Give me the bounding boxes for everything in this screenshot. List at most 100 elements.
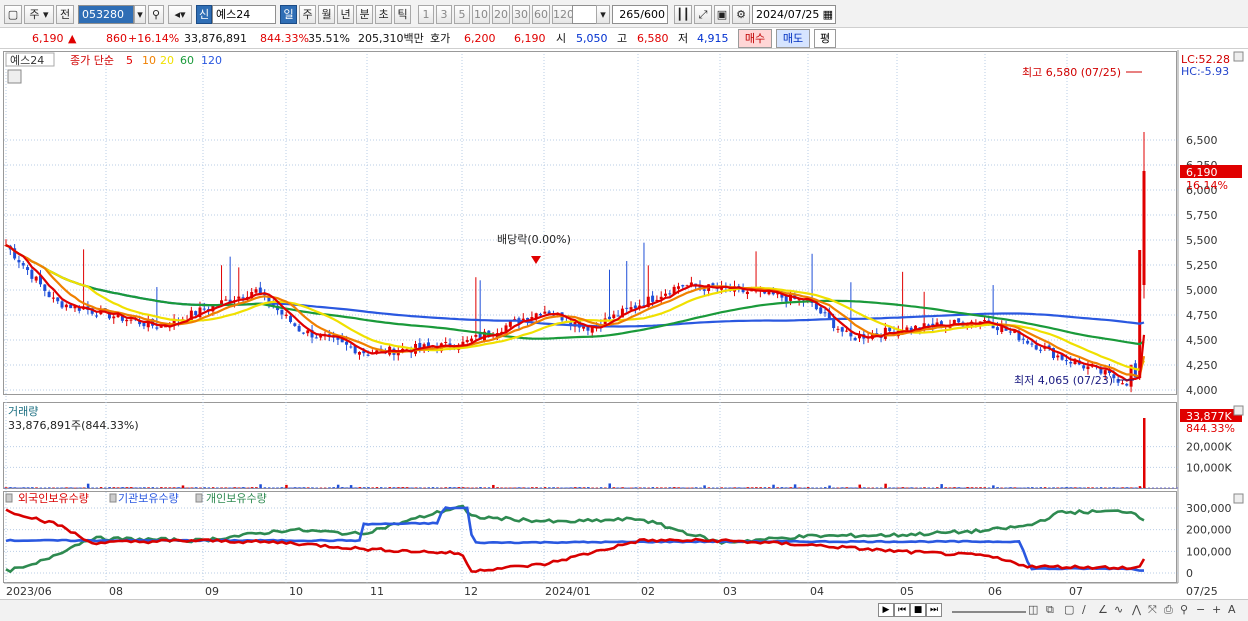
- volume-bar: [56, 487, 60, 489]
- period-button-2[interactable]: 월: [318, 5, 335, 24]
- candle-body: [366, 354, 370, 356]
- candle-body: [849, 332, 853, 337]
- date-field[interactable]: 2024/07/25 ▦: [752, 5, 836, 24]
- eval-button[interactable]: 평: [814, 29, 836, 48]
- volume-bar: [155, 487, 159, 489]
- settings-icon[interactable]: ⚙: [732, 5, 750, 24]
- zoom-slider[interactable]: [952, 603, 1026, 613]
- wave-icon[interactable]: ∿: [1114, 603, 1123, 617]
- volume-bar: [841, 487, 844, 488]
- stock-code-input[interactable]: 053280: [78, 5, 134, 24]
- volume-bar: [134, 487, 137, 488]
- volume-panel-close-icon: [1233, 405, 1244, 416]
- scroll-last-button[interactable]: ⏭: [926, 603, 942, 617]
- volume-bar: [160, 487, 163, 488]
- holdings-tick: 100,000: [1186, 545, 1232, 558]
- interval-button-60[interactable]: 60: [532, 5, 550, 24]
- volume-bar: [651, 487, 655, 488]
- split-view-icon[interactable]: ◫: [1028, 603, 1038, 617]
- volume-bar: [612, 487, 616, 488]
- period-button-0[interactable]: 일: [280, 5, 297, 24]
- volume-bar: [681, 487, 685, 488]
- up-arrow-icon: ▲: [68, 32, 77, 45]
- interval-button-20[interactable]: 20: [492, 5, 510, 24]
- volume-bar: [724, 487, 728, 489]
- volume-bar: [655, 487, 659, 488]
- volume-bar: [914, 487, 918, 489]
- interval-button-3[interactable]: 3: [436, 5, 452, 24]
- window-icon[interactable]: ▢: [4, 5, 22, 24]
- scroll-first-button[interactable]: ⏮: [894, 603, 910, 617]
- interval-button-5[interactable]: 5: [454, 5, 470, 24]
- volume-bar: [1005, 487, 1008, 489]
- trend-line-icon[interactable]: ∕: [1082, 603, 1086, 617]
- angle-icon[interactable]: ∠: [1098, 603, 1108, 617]
- x-tick-label: 05: [900, 585, 914, 598]
- volume-bar: [569, 487, 573, 488]
- volume-bar: [181, 485, 185, 488]
- candle-body: [314, 337, 318, 339]
- volume-bar: [949, 487, 952, 488]
- interval-button-1[interactable]: 1: [418, 5, 434, 24]
- plus-icon[interactable]: +: [1212, 603, 1221, 617]
- candle-body: [444, 341, 448, 343]
- volume-bar: [69, 487, 73, 488]
- sell-button[interactable]: 매도: [776, 29, 810, 48]
- period-button-5[interactable]: 초: [375, 5, 392, 24]
- period-button-6[interactable]: 틱: [394, 5, 411, 24]
- window-icon[interactable]: ▢: [1064, 603, 1074, 617]
- stop-button[interactable]: ■: [910, 603, 926, 617]
- period-button-3[interactable]: 년: [337, 5, 354, 24]
- volume-bar: [302, 487, 305, 488]
- volume-bar: [543, 487, 547, 488]
- buy-button[interactable]: 매수: [738, 29, 772, 48]
- volume-bar: [250, 487, 254, 488]
- candle-body: [1064, 360, 1068, 362]
- candle-body: [289, 316, 292, 322]
- save-icon[interactable]: ▣: [714, 5, 730, 24]
- volume-bar: [173, 487, 176, 488]
- copy-icon[interactable]: ⧉: [1046, 603, 1054, 617]
- holdings-tick: 200,000: [1186, 524, 1232, 537]
- chart-tool-icon[interactable]: ⤧: [1148, 603, 1157, 617]
- bar-count-field[interactable]: 265/600: [612, 5, 668, 24]
- draw-tool-icon[interactable]: ⤢: [694, 5, 712, 24]
- calendar-icon[interactable]: ▦: [823, 6, 833, 23]
- interval-button-120[interactable]: 120: [552, 5, 574, 24]
- interval-button-10[interactable]: 10: [472, 5, 490, 24]
- volume-bar: [824, 487, 827, 488]
- interval-button-30[interactable]: 30: [512, 5, 530, 24]
- candle-body: [26, 267, 30, 271]
- period-button-1[interactable]: 주: [299, 5, 316, 24]
- search-icon[interactable]: ⚲: [148, 5, 164, 24]
- volume-bar: [82, 487, 86, 488]
- scroll-right-button[interactable]: ▶: [878, 603, 894, 617]
- candle-body: [345, 341, 349, 345]
- candle-body: [254, 289, 258, 293]
- price-chart[interactable]: 6,5006,2506,0005,7505,5005,2505,0004,750…: [0, 50, 1248, 599]
- volume-bar: [875, 487, 879, 488]
- code-dropdown-icon[interactable]: ▾: [134, 5, 146, 24]
- candle-body: [853, 337, 857, 341]
- pattern-icon[interactable]: ⋀: [1132, 603, 1141, 617]
- magnify-icon[interactable]: ⚲: [1180, 603, 1188, 617]
- candle-body: [836, 328, 840, 330]
- print-icon[interactable]: ⎙: [1164, 603, 1173, 617]
- volume-tick: 20,000K: [1186, 441, 1232, 454]
- volume-bar: [517, 487, 521, 488]
- stock-name-field[interactable]: 예스24: [212, 5, 276, 24]
- candle-body: [629, 307, 633, 310]
- period-button-4[interactable]: 분: [356, 5, 373, 24]
- speaker-icon[interactable]: ◂▾: [168, 5, 192, 24]
- volume-bar: [276, 487, 280, 489]
- font-size-icon[interactable]: A: [1228, 603, 1236, 617]
- candle-type-icon[interactable]: ┃┃: [674, 5, 692, 24]
- prev-button[interactable]: 전: [56, 5, 74, 24]
- x-tick-label: 2024/01: [545, 585, 591, 598]
- minus-icon[interactable]: −: [1196, 603, 1205, 617]
- volume-bar: [328, 487, 331, 488]
- combo-dropdown-icon[interactable]: ▾: [596, 5, 610, 24]
- volume-bar: [974, 487, 978, 488]
- period-type-select[interactable]: 주 ▾: [24, 5, 54, 24]
- volume-bar: [457, 487, 461, 488]
